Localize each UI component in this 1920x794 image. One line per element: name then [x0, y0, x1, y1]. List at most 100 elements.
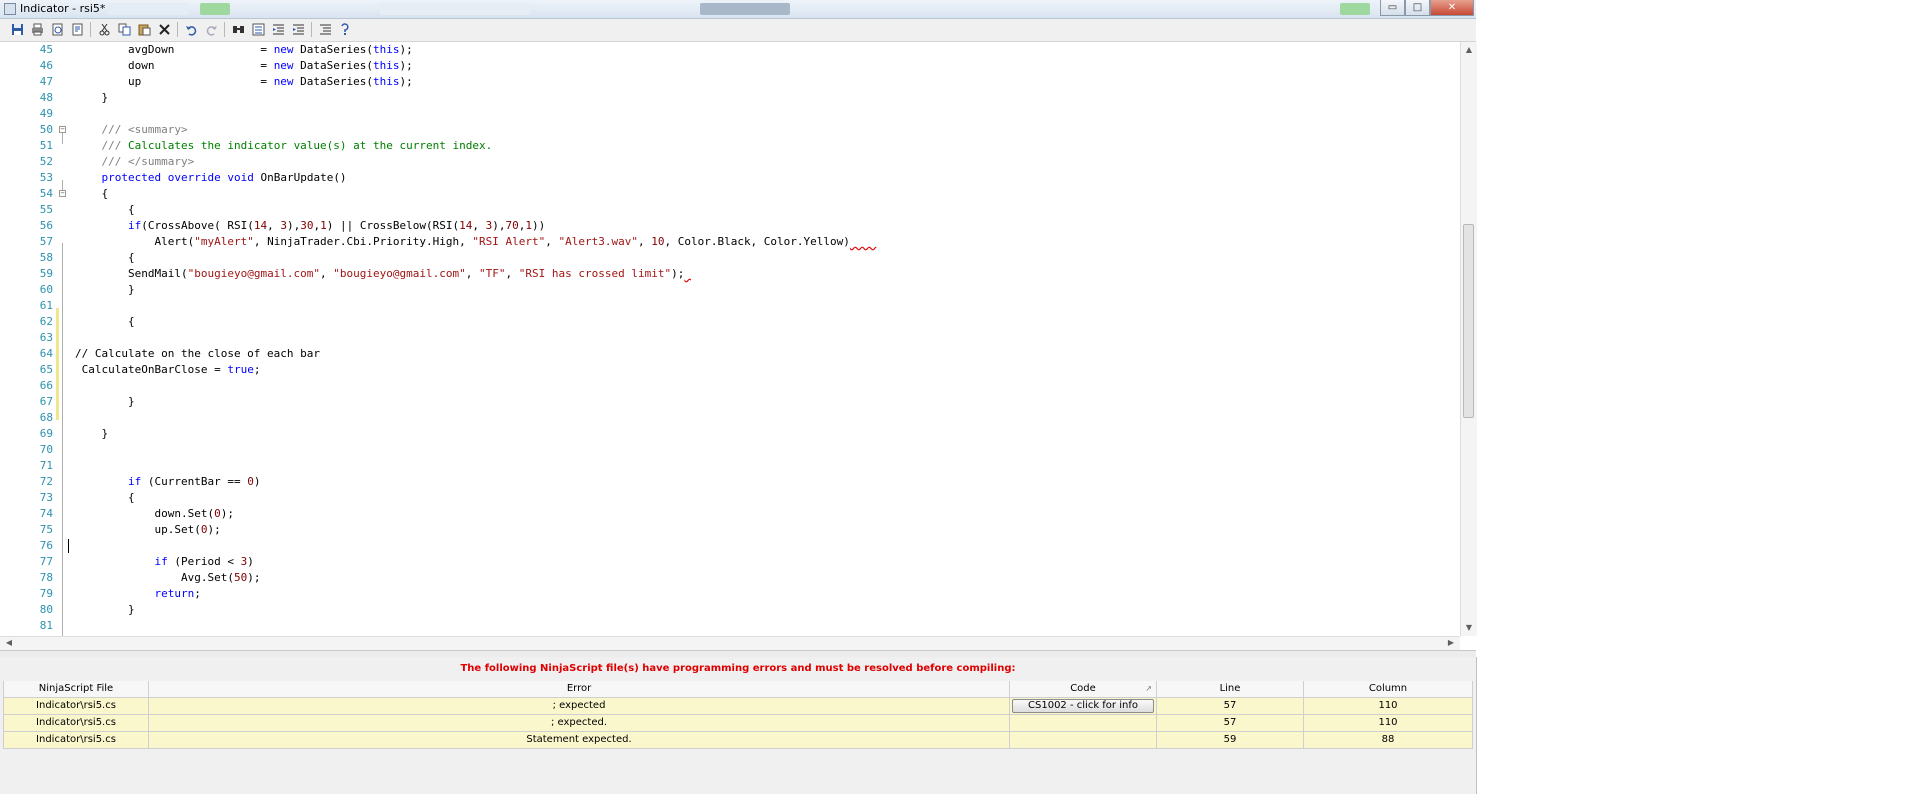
titlebar-glass-region [1340, 3, 1370, 15]
find-icon[interactable] [231, 22, 245, 36]
line-number: 63 [39, 331, 53, 344]
line-number: 71 [39, 459, 53, 472]
scroll-right-icon[interactable]: ▶ [1444, 637, 1458, 649]
column-header-line[interactable]: Line [1157, 681, 1304, 698]
collapse-icon[interactable]: − [59, 126, 66, 133]
uncomment-icon[interactable] [338, 22, 352, 36]
delete-icon[interactable] [157, 22, 171, 36]
scroll-up-icon[interactable]: ▲ [1462, 44, 1476, 56]
code-line: 57 Alert("myAlert", NinjaTrader.Cbi.Prio… [0, 234, 1460, 250]
indent-icon[interactable] [291, 22, 305, 36]
line-number: 66 [39, 379, 53, 392]
scroll-down-icon[interactable]: ▼ [1462, 622, 1476, 634]
code-line: 66 [0, 378, 1460, 394]
line-text: /// Calculates the indicator value(s) at… [101, 139, 493, 152]
undo-icon[interactable] [184, 22, 198, 36]
line-text: if(CrossAbove( RSI(14, 3),30,1) || Cross… [127, 219, 546, 232]
comment-icon[interactable] [318, 22, 332, 36]
error-row[interactable]: Indicator\rsi5.cs ; expected CS1002 - cl… [3, 698, 1473, 715]
vertical-scrollbar[interactable]: ▲ ▼ [1460, 42, 1477, 636]
error-column: 110 [1304, 715, 1473, 732]
scroll-left-icon[interactable]: ◀ [2, 637, 16, 649]
outdent-icon[interactable] [271, 22, 285, 36]
toolbar-separator [311, 22, 312, 37]
line-text: up.Set(0); [75, 523, 221, 536]
line-text: { [75, 315, 135, 328]
print-preview-icon[interactable] [50, 22, 64, 36]
sort-icon: ↗ [1145, 684, 1152, 693]
code-line: 61 [0, 298, 1460, 314]
code-line: 64 // Calculate on the close of each bar [0, 346, 1460, 362]
code-line: 69 } [0, 426, 1460, 442]
column-header-column[interactable]: Column [1304, 681, 1473, 698]
redo-icon[interactable] [204, 22, 218, 36]
line-number: 74 [39, 507, 53, 520]
error-row[interactable]: Indicator\rsi5.cs ; expected. 57 110 [3, 715, 1473, 732]
horizontal-scrollbar[interactable]: ◀ ▶ [0, 636, 1460, 650]
title-bar[interactable]: Indicator - rsi5* ▭ □ ✕ [0, 0, 1476, 19]
code-line: 68 [0, 410, 1460, 426]
copy-icon[interactable] [117, 22, 131, 36]
error-code [1010, 715, 1157, 732]
print-icon[interactable] [30, 22, 44, 36]
error-header: The following NinjaScript file(s) have p… [460, 663, 1016, 674]
line-text: } [75, 427, 109, 440]
code-line: 74 down.Set(0); [0, 506, 1460, 522]
collapse-icon[interactable]: − [59, 190, 66, 197]
line-text: protected override void OnBarUpdate() [101, 171, 347, 184]
close-button[interactable]: ✕ [1430, 0, 1474, 16]
code-line: 70 [0, 442, 1460, 458]
error-row[interactable]: Indicator\rsi5.cs Statement expected. 59… [3, 732, 1473, 749]
error-message: ; expected. [149, 715, 1010, 732]
code-line: 46 down = new DataSeries(this); [0, 58, 1460, 74]
maximize-button[interactable]: □ [1405, 0, 1430, 16]
cut-icon[interactable] [97, 22, 111, 36]
minimize-button[interactable]: ▭ [1380, 0, 1405, 16]
code-line: 65 CalculateOnBarClose = true; [0, 362, 1460, 378]
code-line: 62 { [0, 314, 1460, 330]
column-header-code[interactable]: Code ↗ [1010, 681, 1157, 698]
column-header-file[interactable]: NinjaScript File [3, 681, 149, 698]
line-number: 69 [39, 427, 53, 440]
line-number: 72 [39, 475, 53, 488]
code-line: 58 { [0, 250, 1460, 266]
line-number: 59 [39, 267, 53, 280]
paste-icon[interactable] [137, 22, 151, 36]
code-line: 48 } [0, 90, 1460, 106]
line-number: 57 [39, 235, 53, 248]
code-line: 72 if (CurrentBar == 0) [0, 474, 1460, 490]
toolbar-separator [90, 22, 91, 37]
error-file: Indicator\rsi5.cs [3, 732, 149, 749]
code-line: 59 SendMail("bougieyo@gmail.com", "bougi… [0, 266, 1460, 282]
error-grid-header: NinjaScript File Error Code ↗ Line Column [3, 681, 1473, 698]
code-editor[interactable]: 45 avgDown = new DataSeries(this); 46 do… [0, 42, 1460, 636]
code-line: 75 up.Set(0); [0, 522, 1460, 538]
code-line: 60 } [0, 282, 1460, 298]
code-line: 76 [0, 538, 1460, 554]
text-caret [68, 539, 69, 553]
line-number: 47 [39, 75, 53, 88]
app-icon [4, 3, 16, 15]
line-number: 46 [39, 59, 53, 72]
titlebar-glass-region [380, 3, 530, 15]
error-info-button[interactable]: CS1002 - click for info [1012, 699, 1154, 713]
save-icon[interactable] [10, 22, 24, 36]
error-line: 57 [1157, 715, 1304, 732]
page-setup-icon[interactable] [70, 22, 84, 36]
line-text: { [75, 187, 109, 200]
scrollbar-thumb[interactable] [1463, 224, 1474, 418]
code-line: 51 /// Calculates the indicator value(s)… [0, 138, 1460, 154]
column-header-error[interactable]: Error [149, 681, 1010, 698]
line-text: down = new DataSeries(this); [75, 59, 413, 72]
line-number: 68 [39, 411, 53, 424]
code-line: 63 [0, 330, 1460, 346]
code-line: 73 { [0, 490, 1460, 506]
line-number: 53 [39, 171, 53, 184]
error-line: 57 [1157, 698, 1304, 715]
code-line: 55 { [0, 202, 1460, 218]
line-text: return; [154, 587, 201, 600]
line-text: Avg.Set(50); [75, 571, 261, 584]
code-line: 77 if (Period < 3) [0, 554, 1460, 570]
find-replace-icon[interactable] [251, 22, 265, 36]
titlebar-glass-region [108, 3, 188, 15]
